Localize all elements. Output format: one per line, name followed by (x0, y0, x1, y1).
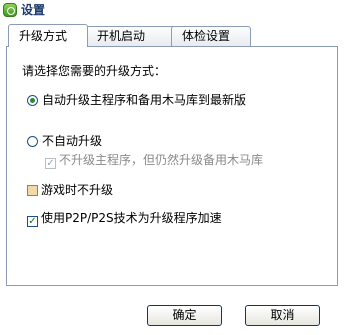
radio-no-auto-upgrade-label: 不自动升级 (42, 134, 103, 148)
app-icon (3, 3, 17, 17)
tab-strip: 升级方式 开机启动 体检设置 (6, 24, 338, 47)
checkmark-icon[interactable]: ✓ (27, 216, 38, 227)
radio-unselected-icon[interactable] (27, 136, 38, 147)
radio-selected-icon[interactable] (27, 95, 38, 106)
checkbox-no-upgrade-in-game[interactable]: 游戏时不升级 (27, 183, 113, 197)
tab-upgrade-method[interactable]: 升级方式 (8, 24, 88, 47)
checkmark-icon[interactable]: ✓ (45, 158, 56, 169)
checkbox-upgrade-trojan-only[interactable]: ✓ 不升级主程序，但仍然升级备用木马库 (45, 153, 263, 169)
cancel-button[interactable]: 取消 (245, 305, 320, 326)
tab-startup[interactable]: 开机启动 (86, 26, 180, 46)
radio-auto-upgrade-label: 自动升级主程序和备用木马库到最新版 (42, 93, 247, 107)
title-bar: 设置 (0, 0, 344, 22)
radio-no-auto-upgrade[interactable]: 不自动升级 (27, 134, 102, 148)
checkbox-no-upgrade-in-game-label: 游戏时不升级 (41, 183, 114, 197)
checkbox-upgrade-trojan-only-label: 不升级主程序，但仍然升级备用木马库 (59, 153, 264, 167)
checkbox-empty-icon[interactable] (27, 185, 38, 196)
ok-button[interactable]: 确定 (147, 305, 222, 326)
checkbox-p2p-accelerate[interactable]: ✓ 使用P2P/P2S技术为升级程序加速 (27, 211, 222, 227)
window-title: 设置 (21, 3, 46, 17)
radio-auto-upgrade[interactable]: 自动升级主程序和备用木马库到最新版 (27, 93, 246, 107)
upgrade-prompt: 请选择您需要的升级方式： (22, 64, 167, 78)
checkbox-p2p-accelerate-label: 使用P2P/P2S技术为升级程序加速 (41, 211, 222, 225)
tab-checkup-settings[interactable]: 体检设置 (171, 26, 251, 46)
